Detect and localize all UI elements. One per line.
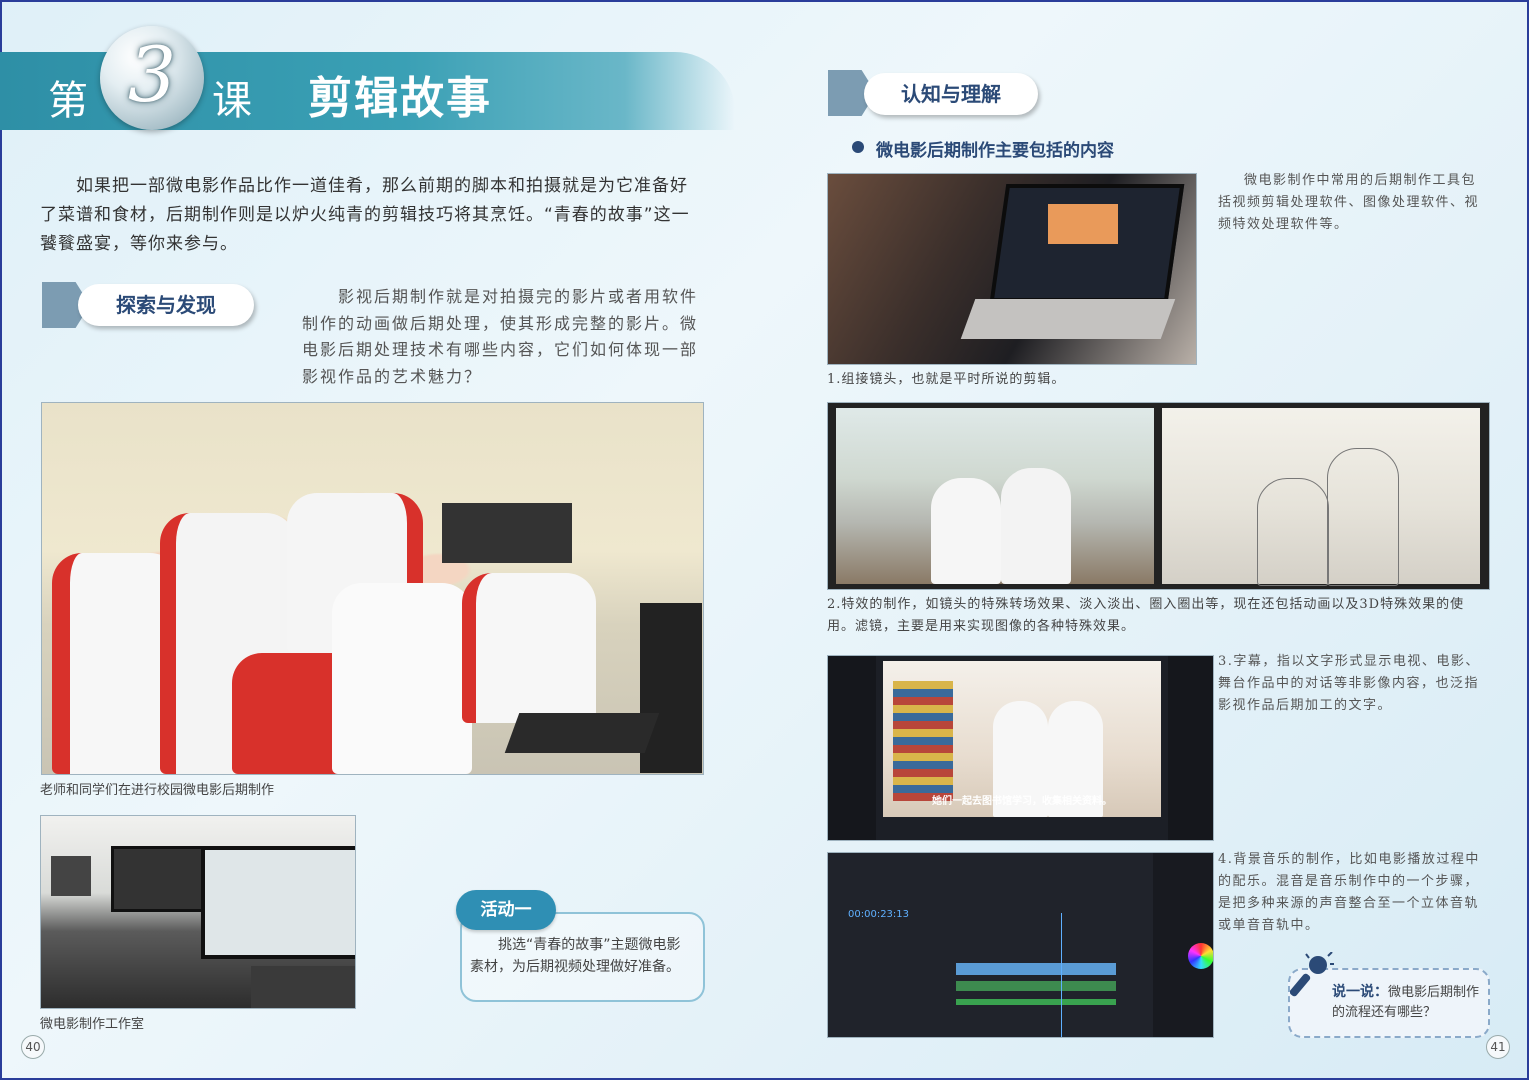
lesson-prefix: 第	[48, 78, 88, 124]
lesson-title: 剪辑故事	[308, 73, 492, 124]
subtitle-overlay: 她们一起去图书馆学习，收集相关资料。	[932, 796, 1112, 807]
discussion-text: 说一说：微电影后期制作的流程还有哪些？	[1332, 982, 1482, 1023]
studio-photo	[40, 815, 356, 1009]
item1-text: 1.组接镜头，也就是平时所说的剪辑。	[827, 372, 1066, 387]
classroom-photo	[41, 402, 704, 775]
page-number-left: 40	[21, 1035, 45, 1059]
understanding-tag: 认知与理解	[864, 73, 1038, 115]
explore-tag: 探索与发现	[78, 284, 254, 326]
page-number-right: 41	[1486, 1035, 1510, 1059]
lesson-number: 3	[127, 30, 177, 119]
lesson-suffix: 课	[212, 78, 252, 124]
bullet-dot-icon	[852, 141, 864, 153]
microphone-icon	[1289, 951, 1334, 1002]
classroom-caption: 老师和同学们在进行校园微电影后期制作	[40, 783, 275, 798]
explore-paragraph: 影视后期制作就是对拍摄完的影片或者用软件制作的动画做后期处理，使其形成完整的影片…	[302, 287, 699, 386]
timecode: 00:00:23:13	[848, 909, 910, 920]
say-label: 说一说：	[1332, 984, 1388, 1000]
item4-text: 4.背景音乐的制作，比如电影播放过程中的配乐。混音是音乐制作中的一个步骤，是把多…	[1218, 852, 1480, 933]
intro-paragraph: 如果把一部微电影作品比作一道佳肴，那么前期的脚本和拍摄就是为它准备好了菜谱和食材…	[40, 176, 690, 254]
audio-timeline-screenshot: 00:00:23:13	[827, 852, 1214, 1038]
studio-caption: 微电影制作工作室	[40, 1017, 145, 1032]
laptop-photo	[827, 173, 1197, 365]
subtitle-editor-screenshot: 她们一起去图书馆学习，收集相关资料。	[827, 655, 1214, 841]
item2-text: 2.特效的制作，如镜头的特殊转场效果、淡入淡出、圈入圈出等，现在还包括动画以及3…	[827, 597, 1465, 634]
tools-paragraph: 微电影制作中常用的后期制作工具包括视频剪辑处理软件、图像处理软件、视频特效处理软…	[1218, 173, 1480, 232]
item3-text: 3.字幕，指以文字形式显示电视、电影、舞台作品中的对话等非影像内容，也泛指影视作…	[1218, 654, 1480, 713]
effects-photo	[827, 402, 1490, 590]
activity-label: 活动一	[456, 890, 556, 930]
bullet-heading: 微电影后期制作主要包括的内容	[876, 141, 1114, 161]
activity-text: 挑选“青春的故事”主题微电影素材，为后期视频处理做好准备。	[470, 937, 681, 975]
